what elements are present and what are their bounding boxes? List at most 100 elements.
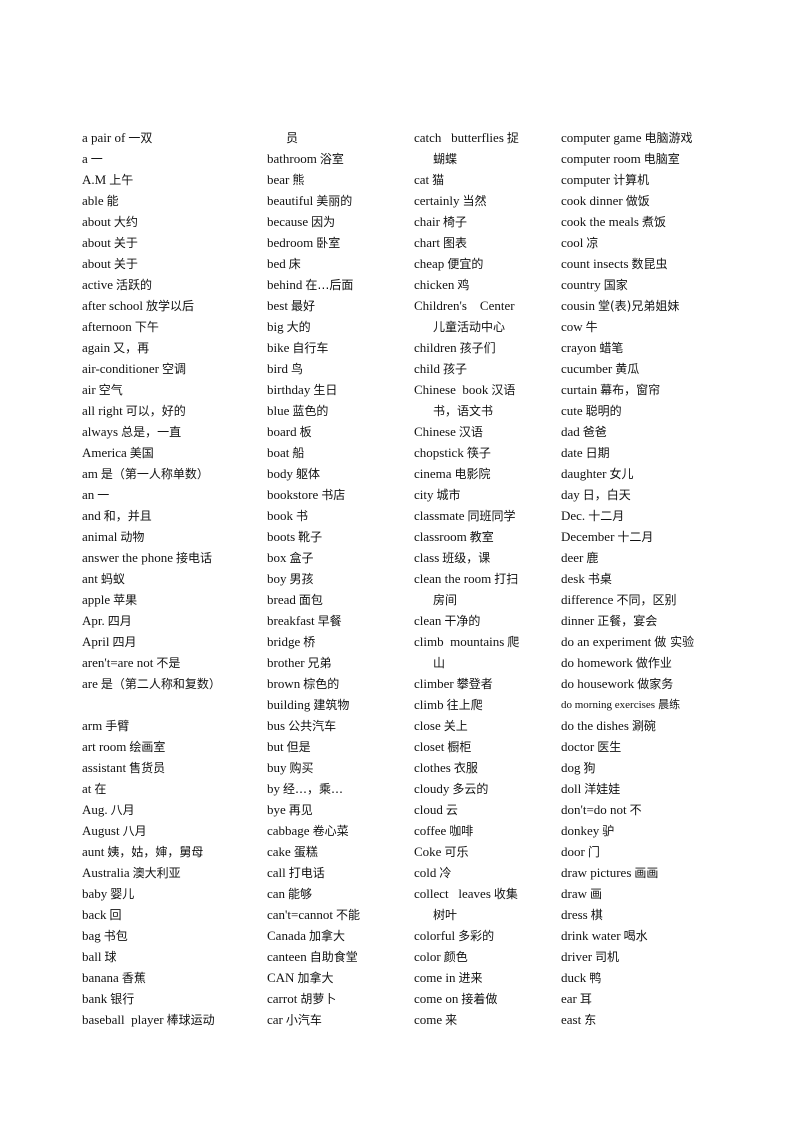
english-word: air-conditioner	[82, 361, 159, 376]
vocabulary-entry: afternoon 下午	[82, 316, 262, 337]
english-word: call	[267, 865, 286, 880]
vocabulary-entry: at 在	[82, 778, 262, 799]
vocabulary-entry: doctor 医生	[561, 736, 726, 757]
vocabulary-entry: 山	[414, 652, 559, 673]
vocabulary-entry: about 关于	[82, 232, 262, 253]
chinese-translation: 接电话	[175, 551, 212, 565]
vocabulary-entry: brown 棕色的	[267, 673, 412, 694]
chinese-translation: 画	[590, 887, 603, 901]
english-word: bathroom	[267, 151, 317, 166]
chinese-translation: 做作业	[635, 656, 672, 670]
chinese-translation: 下午	[134, 320, 159, 334]
english-word: a	[82, 151, 88, 166]
chinese-translation: 冷	[439, 866, 452, 880]
vocabulary-entry: America 美国	[82, 442, 262, 463]
english-word: body	[267, 466, 293, 481]
vocabulary-entry: cheap 便宜的	[414, 253, 559, 274]
vocabulary-entry: air-conditioner 空调	[82, 358, 262, 379]
vocabulary-entry: chicken 鸡	[414, 274, 559, 295]
chinese-translation: 床	[288, 257, 301, 271]
chinese-translation: 盒子	[289, 551, 314, 565]
chinese-translation: 蛋糕	[293, 845, 318, 859]
vocabulary-entry: bird 鸟	[267, 358, 412, 379]
chinese-translation: 购买	[289, 761, 314, 775]
english-word: deer	[561, 550, 584, 565]
english-word: draw pictures	[561, 865, 632, 880]
english-word: bike	[267, 340, 290, 355]
vocabulary-entry: Children's Center	[414, 295, 559, 316]
english-word: Aug.	[82, 802, 108, 817]
english-word: can	[267, 886, 286, 901]
chinese-translation: 和，并且	[103, 509, 152, 523]
chinese-translation: 干净的	[444, 614, 481, 628]
english-word: America	[82, 445, 127, 460]
english-word: doctor	[561, 739, 595, 754]
english-word: boat	[267, 445, 290, 460]
english-word: bedroom	[267, 235, 314, 250]
vocabulary-entry: carrot 胡萝卜	[267, 988, 412, 1009]
english-word: door	[561, 844, 585, 859]
chinese-translation: 来	[445, 1013, 458, 1027]
vocabulary-entry: color 颜色	[414, 946, 559, 967]
vocabulary-entry: come in 进来	[414, 967, 559, 988]
english-word: brown	[267, 676, 301, 691]
chinese-translation: 司机	[595, 950, 620, 964]
vocabulary-entry: answer the phone 接电话	[82, 547, 262, 568]
vocabulary-entry: clean the room 打扫	[414, 568, 559, 589]
chinese-translation: 牛	[585, 320, 598, 334]
english-word: building	[267, 697, 311, 712]
english-word: about	[82, 235, 111, 250]
english-word: collect leaves	[414, 886, 491, 901]
english-word: am	[82, 466, 98, 481]
vocabulary-entry: Apr. 四月	[82, 610, 262, 631]
chinese-translation: 美丽的	[316, 194, 353, 208]
chinese-translation: 动物	[120, 530, 145, 544]
english-word: difference	[561, 592, 614, 607]
vocabulary-entry: a一	[82, 148, 262, 169]
english-word: crayon	[561, 340, 597, 355]
vocabulary-entry: bank 银行	[82, 988, 262, 1009]
chinese-translation: 棕色的	[303, 677, 340, 691]
vocabulary-entry: canteen 自助食堂	[267, 946, 412, 967]
english-word: CAN	[267, 970, 295, 985]
english-word: air	[82, 382, 96, 397]
chinese-translation: 教室	[469, 530, 494, 544]
english-word: Dec.	[561, 508, 586, 523]
english-word: draw	[561, 886, 587, 901]
vocabulary-entry: dad 爸爸	[561, 421, 726, 442]
chinese-translation: 爸爸	[582, 425, 607, 439]
chinese-translation: 八月	[110, 803, 135, 817]
chinese-translation: 做家务	[637, 677, 674, 691]
english-word: again	[82, 340, 111, 355]
chinese-translation: 空气	[98, 383, 123, 397]
chinese-translation: 树叶	[433, 908, 458, 922]
vocabulary-entry: baby 婴儿	[82, 883, 262, 904]
chinese-translation: 不能	[335, 908, 360, 922]
english-word: country	[561, 277, 601, 292]
vocabulary-entry: colorful 多彩的	[414, 925, 559, 946]
chinese-translation: 兄弟	[307, 656, 332, 670]
vocabulary-entry: banana 香蕉	[82, 967, 262, 988]
english-word: child	[414, 361, 440, 376]
english-word: cold	[414, 865, 437, 880]
vocabulary-entry: bus 公共汽车	[267, 715, 412, 736]
chinese-translation: 书桌	[587, 572, 612, 586]
chinese-translation: 四月	[107, 614, 132, 628]
english-word: driver	[561, 949, 593, 964]
chinese-translation: 八月	[122, 824, 147, 838]
english-word: blue	[267, 403, 290, 418]
chinese-translation: 关上	[443, 719, 468, 733]
english-word: buy	[267, 760, 287, 775]
vocabulary-entry: bye 再见	[267, 799, 412, 820]
english-word: do homework	[561, 655, 633, 670]
vocabulary-entry: boy 男孩	[267, 568, 412, 589]
english-word: an	[82, 487, 95, 502]
chinese-translation: 耳	[579, 992, 592, 1006]
chinese-translation: 十二月	[588, 509, 625, 523]
vocabulary-entry: collect leaves 收集	[414, 883, 559, 904]
english-word: a pair of	[82, 130, 126, 145]
chinese-translation: 小汽车	[285, 1013, 322, 1027]
chinese-translation: 男孩	[289, 572, 314, 586]
chinese-translation: 总是，一直	[121, 425, 182, 439]
chinese-translation: 爬	[507, 635, 520, 649]
